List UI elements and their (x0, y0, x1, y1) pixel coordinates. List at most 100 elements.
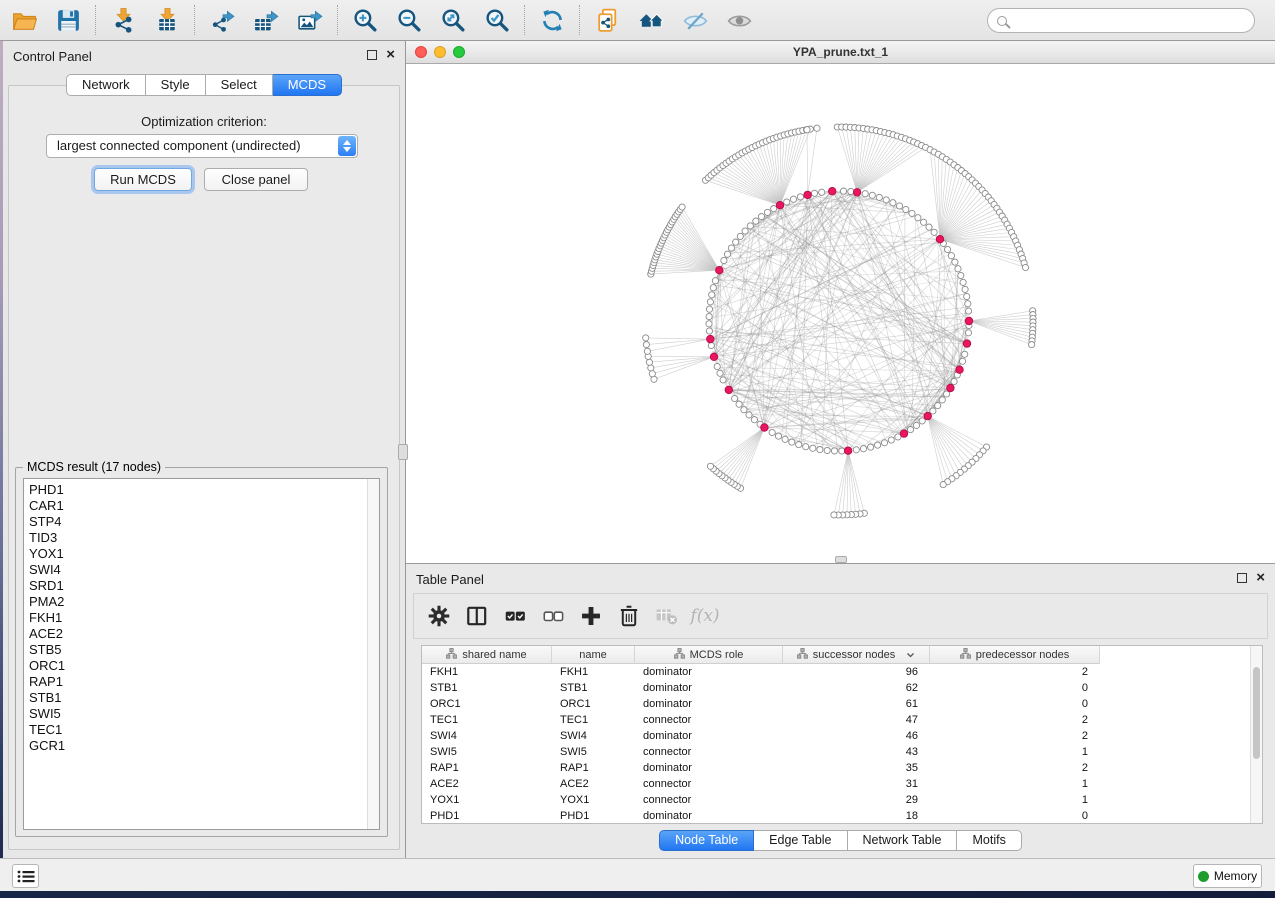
refresh-icon[interactable] (530, 3, 574, 37)
zoom-out-icon[interactable] (387, 3, 431, 37)
table-row[interactable]: PHD1PHD1dominator180 (422, 808, 1249, 824)
table-cell: PHD1 (422, 808, 552, 824)
save-session-icon[interactable] (46, 3, 90, 37)
tab-motifs[interactable]: Motifs (957, 830, 1021, 851)
settings-icon[interactable] (424, 599, 454, 633)
list-item[interactable]: PMA2 (24, 594, 366, 610)
list-item[interactable]: ORC1 (24, 658, 366, 674)
table-row[interactable]: YOX1YOX1connector291 (422, 792, 1249, 808)
list-item[interactable]: YOX1 (24, 546, 366, 562)
float-table-panel-icon[interactable] (1237, 573, 1247, 583)
network-window: YPA_prune.txt_1 (406, 41, 1275, 563)
list-item[interactable]: ACE2 (24, 626, 366, 642)
vertical-splitter-handle[interactable] (398, 444, 408, 460)
table-scrollbar-thumb[interactable] (1253, 667, 1260, 759)
close-table-panel-icon[interactable]: × (1256, 572, 1265, 584)
list-item[interactable]: STB5 (24, 642, 366, 658)
tab-select[interactable]: Select (206, 74, 273, 96)
list-item[interactable]: STP4 (24, 514, 366, 530)
import-network-icon[interactable] (101, 3, 145, 37)
column-selector-icon[interactable] (462, 599, 492, 633)
tab-network[interactable]: Network (66, 74, 146, 96)
search-box[interactable] (987, 8, 1255, 33)
list-item[interactable]: RAP1 (24, 674, 366, 690)
list-item[interactable]: SWI4 (24, 562, 366, 578)
close-window-icon[interactable] (415, 46, 427, 58)
table-row[interactable]: ORC1ORC1dominator610 (422, 696, 1249, 712)
table-scrollbar[interactable] (1250, 646, 1262, 823)
column-header-predecessor-nodes[interactable]: predecessor nodes (930, 646, 1100, 664)
list-item[interactable]: STB1 (24, 690, 366, 706)
table-cell: SWI4 (552, 728, 635, 744)
screen: { "toolbar": { "search": { "value": "" }… (0, 0, 1275, 898)
dropdown-stepper-icon (338, 136, 356, 156)
table-row[interactable]: ACE2ACE2connector311 (422, 776, 1249, 792)
criterion-dropdown[interactable]: largest connected component (undirected) (46, 134, 358, 158)
add-row-icon[interactable] (576, 599, 606, 633)
zoom-in-icon[interactable] (343, 3, 387, 37)
table-row[interactable]: SWI4SWI4dominator462 (422, 728, 1249, 744)
tab-mcds[interactable]: MCDS (273, 74, 342, 96)
delete-row-icon[interactable] (614, 599, 644, 633)
table-cell: 43 (783, 744, 930, 760)
close-panel-button[interactable]: Close panel (204, 168, 308, 191)
import-table-icon[interactable] (145, 3, 189, 37)
export-image-icon[interactable] (288, 3, 332, 37)
column-header-MCDS-role[interactable]: MCDS role (635, 646, 783, 664)
column-tree-icon (446, 648, 457, 662)
list-item[interactable]: SRD1 (24, 578, 366, 594)
list-scrollbar[interactable] (367, 479, 379, 829)
tab-style[interactable]: Style (146, 74, 206, 96)
search-input[interactable] (1007, 11, 1254, 31)
list-item[interactable]: TEC1 (24, 722, 366, 738)
table-cell: 61 (783, 696, 930, 712)
zoom-selected-icon[interactable] (475, 3, 519, 37)
minimize-window-icon[interactable] (434, 46, 446, 58)
table-cell: 2 (930, 760, 1100, 776)
table-row[interactable]: FKH1FKH1dominator962 (422, 664, 1249, 680)
column-header-name[interactable]: name (552, 646, 635, 664)
memory-button[interactable]: Memory (1193, 864, 1262, 888)
table-row[interactable]: SWI5SWI5connector431 (422, 744, 1249, 760)
show-all-icon[interactable] (717, 3, 761, 37)
table-cell: PHD1 (552, 808, 635, 824)
export-table-icon[interactable] (244, 3, 288, 37)
tab-network-table[interactable]: Network Table (848, 830, 958, 851)
table-cell: RAP1 (422, 760, 552, 776)
list-item[interactable]: PHD1 (24, 482, 366, 498)
first-neighbors-icon[interactable] (629, 3, 673, 37)
deselect-all-rows-icon[interactable] (538, 599, 568, 633)
table-row[interactable]: RAP1RAP1dominator352 (422, 760, 1249, 776)
horizontal-splitter-handle[interactable] (835, 556, 847, 563)
copy-network-icon[interactable] (585, 3, 629, 37)
network-canvas[interactable] (406, 64, 1275, 563)
table-tabs: Node TableEdge TableNetwork TableMotifs (406, 830, 1275, 851)
list-item[interactable]: CAR1 (24, 498, 366, 514)
float-panel-icon[interactable] (367, 50, 377, 60)
list-item[interactable]: SWI5 (24, 706, 366, 722)
table-panel: Table Panel × f(x) shared namenameMCDS r… (406, 563, 1275, 858)
table-body: FKH1FKH1dominator962STB1STB1dominator620… (422, 664, 1249, 824)
export-network-icon[interactable] (200, 3, 244, 37)
list-item[interactable]: GCR1 (24, 738, 366, 754)
close-panel-icon[interactable]: × (386, 49, 395, 61)
run-mcds-button[interactable]: Run MCDS (94, 168, 192, 191)
list-item[interactable]: FKH1 (24, 610, 366, 626)
select-all-rows-icon[interactable] (500, 599, 530, 633)
network-titlebar[interactable]: YPA_prune.txt_1 (406, 41, 1275, 64)
panel-menu-button[interactable] (12, 864, 39, 888)
maximize-window-icon[interactable] (453, 46, 465, 58)
table-cell: SWI5 (422, 744, 552, 760)
tab-node-table[interactable]: Node Table (659, 830, 754, 851)
list-item[interactable]: TID3 (24, 530, 366, 546)
tab-edge-table[interactable]: Edge Table (754, 830, 847, 851)
table-row[interactable]: STB1STB1dominator620 (422, 680, 1249, 696)
open-file-icon[interactable] (2, 3, 46, 37)
table-cell: 47 (783, 712, 930, 728)
column-header-successor-nodes[interactable]: successor nodes (783, 646, 930, 664)
table-cell: STB1 (552, 680, 635, 696)
hide-selected-icon[interactable] (673, 3, 717, 37)
table-row[interactable]: TEC1TEC1connector472 (422, 712, 1249, 728)
zoom-fit-icon[interactable] (431, 3, 475, 37)
column-header-shared-name[interactable]: shared name (422, 646, 552, 664)
